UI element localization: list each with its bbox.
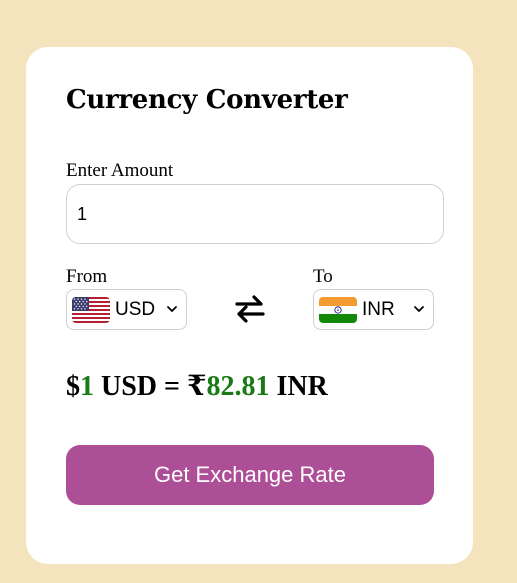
page-title: Currency Converter	[66, 85, 348, 115]
from-currency-symbol: $	[66, 371, 80, 402]
to-currency-text: INR	[269, 371, 328, 402]
from-currency-code: USD	[115, 298, 156, 320]
from-currency-text: USD =	[94, 371, 187, 402]
swap-arrows-icon[interactable]	[234, 292, 266, 326]
from-currency-select[interactable]: USD	[66, 289, 187, 330]
chevron-down-icon	[167, 306, 177, 312]
to-currency-symbol: ₹	[186, 371, 207, 402]
india-flag-icon	[319, 296, 357, 323]
to-currency-code: INR	[362, 298, 395, 320]
converted-amount-value: 82.81	[206, 371, 270, 402]
converter-card: Currency Converter Enter Amount From	[26, 47, 473, 564]
exchange-result: $1 USD = ₹82.81 INR	[66, 369, 328, 403]
from-label: From	[66, 266, 108, 287]
amount-label: Enter Amount	[66, 160, 174, 181]
amount-input[interactable]	[66, 184, 444, 244]
from-amount-value: 1	[80, 371, 94, 402]
get-exchange-rate-button[interactable]: Get Exchange Rate	[66, 445, 434, 505]
chevron-down-icon	[414, 306, 424, 312]
to-label: To	[313, 266, 333, 287]
to-currency-select[interactable]: INR	[313, 289, 434, 330]
us-flag-icon	[72, 296, 110, 323]
